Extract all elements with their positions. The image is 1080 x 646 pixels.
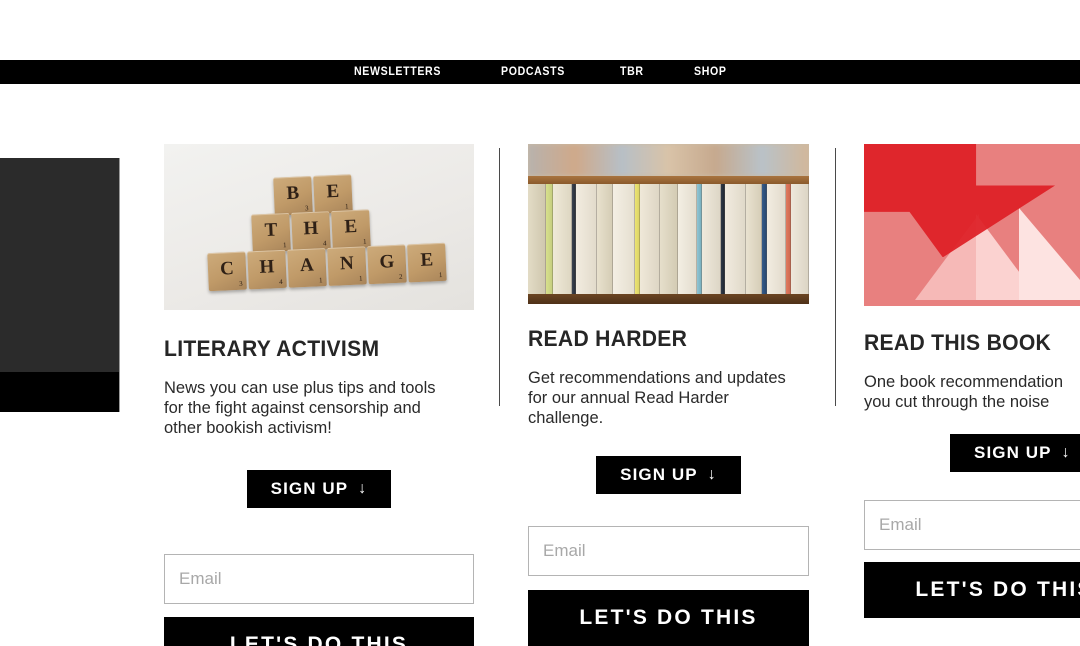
scrabble-tile: E1 [313, 174, 353, 214]
shelf-board [528, 176, 809, 184]
scrabble-tile: H4 [291, 211, 331, 251]
card-title-read-harder: READ HARDER [528, 326, 688, 351]
book-spine [725, 184, 746, 294]
page-root: NEWSLETTERS PODCASTS TBR SHOP GIVEAWAYS … [0, 0, 1080, 646]
newsletter-card-read-harder: READ HARDER Get recommendations and upda… [528, 144, 809, 646]
book-spine [640, 184, 661, 294]
book-spine [791, 184, 809, 294]
tile-points: 1 [358, 274, 363, 283]
signup-button-literary-activism[interactable]: SIGN UP ↓ [246, 470, 392, 509]
tile-letter: G [378, 251, 395, 273]
nav-item-podcasts[interactable]: PODCASTS [501, 60, 565, 84]
card-description-literary-activism: News you can use plus tips and tools for… [164, 379, 436, 438]
book-spine [677, 184, 697, 294]
bookshelf-photo [528, 144, 809, 304]
tile-letter: B [286, 182, 300, 205]
submit-button-read-harder[interactable]: LET'S DO THIS [528, 590, 809, 646]
partial-left-card-footer-bar[interactable] [0, 372, 119, 412]
newsletter-card-literary-activism: B3 E1 T1 H4 E1 C3 H4 A1 N1 G2 E1 LITERAR… [164, 144, 474, 646]
card-image-books-on-shelf [528, 144, 809, 304]
shelf-upper-blurred-books [528, 144, 809, 176]
tile-letter: E [326, 180, 340, 203]
book-spine [528, 184, 546, 294]
tile-points: 1 [438, 270, 443, 280]
red-book-photo [864, 144, 1080, 306]
email-input-literary-activism[interactable] [164, 554, 474, 605]
tile-letter: C [219, 258, 235, 280]
card-image-open-book-red-arrow [864, 144, 1080, 306]
tile-letter: N [339, 252, 355, 275]
book-page-right-outer [1018, 208, 1080, 300]
book-spine [766, 184, 786, 294]
tile-points: 3 [238, 279, 243, 288]
card-description-read-harder: Get recommendations and updates for our … [528, 369, 786, 428]
email-input-read-harder[interactable] [528, 526, 809, 577]
tile-points: 1 [362, 237, 367, 246]
tile-letter: H [303, 217, 319, 240]
book-spine [612, 184, 635, 294]
card-title-read-this-book: READ THIS BOOK [864, 330, 1052, 355]
tile-letter: H [259, 256, 275, 278]
book-spine [596, 184, 613, 294]
signup-button-read-harder[interactable]: SIGN UP ↓ [596, 456, 741, 495]
tile-letter: E [420, 249, 434, 271]
signup-button-wrapper: SIGN UP ↓ [528, 428, 809, 495]
tile-points: 1 [318, 276, 323, 285]
partial-left-card[interactable]: GIVEAWAYS PROMOTIONS [0, 158, 120, 412]
book-spine [745, 184, 762, 294]
scrabble-tile: B3 [273, 176, 313, 216]
shelf-base [528, 294, 809, 304]
nav-item-tbr[interactable]: TBR [620, 60, 644, 84]
tile-points: 1 [282, 241, 287, 250]
signup-button-label: SIGN UP [974, 443, 1052, 463]
tile-points: 4 [322, 239, 327, 248]
scrabble-tile: H4 [247, 249, 287, 290]
scrabble-tile: E1 [407, 242, 447, 283]
scrabble-tile: E1 [331, 209, 371, 250]
top-navigation-bar: NEWSLETTERS PODCASTS TBR SHOP [0, 60, 1080, 84]
nav-item-newsletters[interactable]: NEWSLETTERS [354, 60, 441, 84]
nav-item-shop[interactable]: SHOP [694, 60, 727, 84]
book-spine [702, 184, 721, 294]
scrabble-row-be: B3 E1 [273, 174, 353, 216]
arrow-down-icon: ↓ [1061, 444, 1071, 462]
newsletter-card-read-this-book: READ THIS BOOK One book recommendation y… [864, 144, 1080, 619]
signup-button-label: SIGN UP [620, 465, 698, 485]
book-spine [552, 184, 572, 294]
card-title-literary-activism: LITERARY ACTIVISM [164, 336, 380, 361]
scrabble-tile: G2 [367, 244, 407, 285]
card-image-scrabble-tiles: B3 E1 T1 H4 E1 C3 H4 A1 N1 G2 E1 [164, 144, 474, 310]
submit-button-read-this-book[interactable]: LET'S DO THIS [864, 562, 1080, 619]
signup-button-wrapper: SIGN UP ↓ [164, 438, 474, 509]
scrabble-row-change: C3 H4 A1 N1 G2 E1 [207, 242, 447, 292]
book-spine [660, 184, 678, 294]
scrabble-tile: N1 [327, 246, 367, 286]
arrow-down-icon: ↓ [707, 466, 717, 484]
book-spine [545, 184, 553, 294]
scrabble-photo: B3 E1 T1 H4 E1 C3 H4 A1 N1 G2 E1 [164, 144, 474, 310]
card-description-read-this-book: One book recommendation you cut through … [864, 373, 1064, 412]
tile-letter: A [299, 254, 315, 277]
signup-button-label: SIGN UP [270, 479, 349, 499]
tile-points: 2 [398, 272, 403, 281]
scrabble-tile: T1 [251, 212, 291, 253]
shelf-books-row [528, 184, 809, 294]
partial-left-card-body: GIVEAWAYS PROMOTIONS [0, 158, 119, 372]
book-spine [576, 184, 597, 294]
submit-button-literary-activism[interactable]: LET'S DO THIS [164, 617, 474, 646]
column-divider-1 [499, 148, 500, 406]
scrabble-tile: A1 [287, 248, 327, 288]
tile-letter: T [264, 219, 278, 242]
signup-button-read-this-book[interactable]: SIGN UP ↓ [950, 434, 1080, 473]
scrabble-tile: C3 [207, 251, 247, 292]
signup-button-wrapper: SIGN UP ↓ [864, 412, 1080, 473]
tile-points: 4 [278, 277, 283, 287]
column-divider-2 [835, 148, 836, 406]
tile-letter: E [344, 215, 358, 238]
email-input-read-this-book[interactable] [864, 500, 1080, 551]
arrow-down-icon: ↓ [358, 480, 368, 498]
